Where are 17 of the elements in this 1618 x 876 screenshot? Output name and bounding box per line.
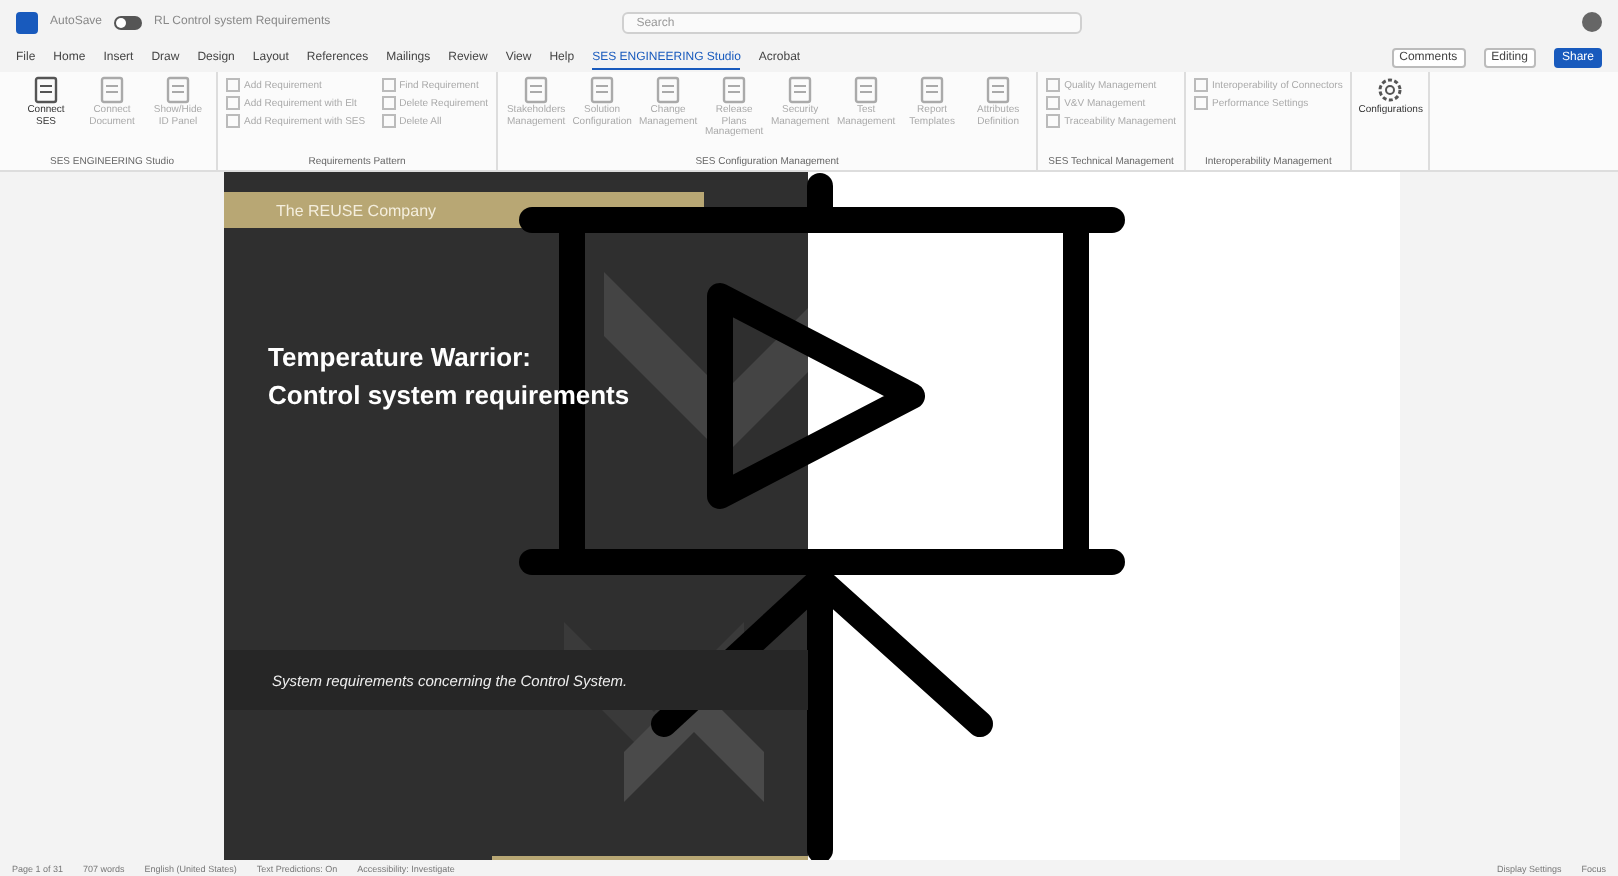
document-icon	[98, 76, 126, 104]
toggle-switch[interactable]	[114, 15, 143, 29]
document-icon	[786, 76, 815, 104]
app-icon	[16, 11, 38, 33]
document-icon	[720, 76, 749, 104]
gear-icon	[1376, 76, 1405, 104]
document-icon	[984, 76, 1013, 104]
document-icon	[32, 76, 60, 104]
cover-title: Temperature Warrior:	[268, 340, 531, 376]
cover-title: Control system requirements	[268, 378, 630, 414]
document-icon	[522, 76, 551, 104]
document-icon	[588, 76, 617, 104]
document-icon	[852, 76, 881, 104]
document-icon	[164, 76, 192, 104]
document-icon	[654, 76, 683, 104]
avatar-icon[interactable]	[1582, 12, 1602, 32]
document-icon	[918, 76, 947, 104]
